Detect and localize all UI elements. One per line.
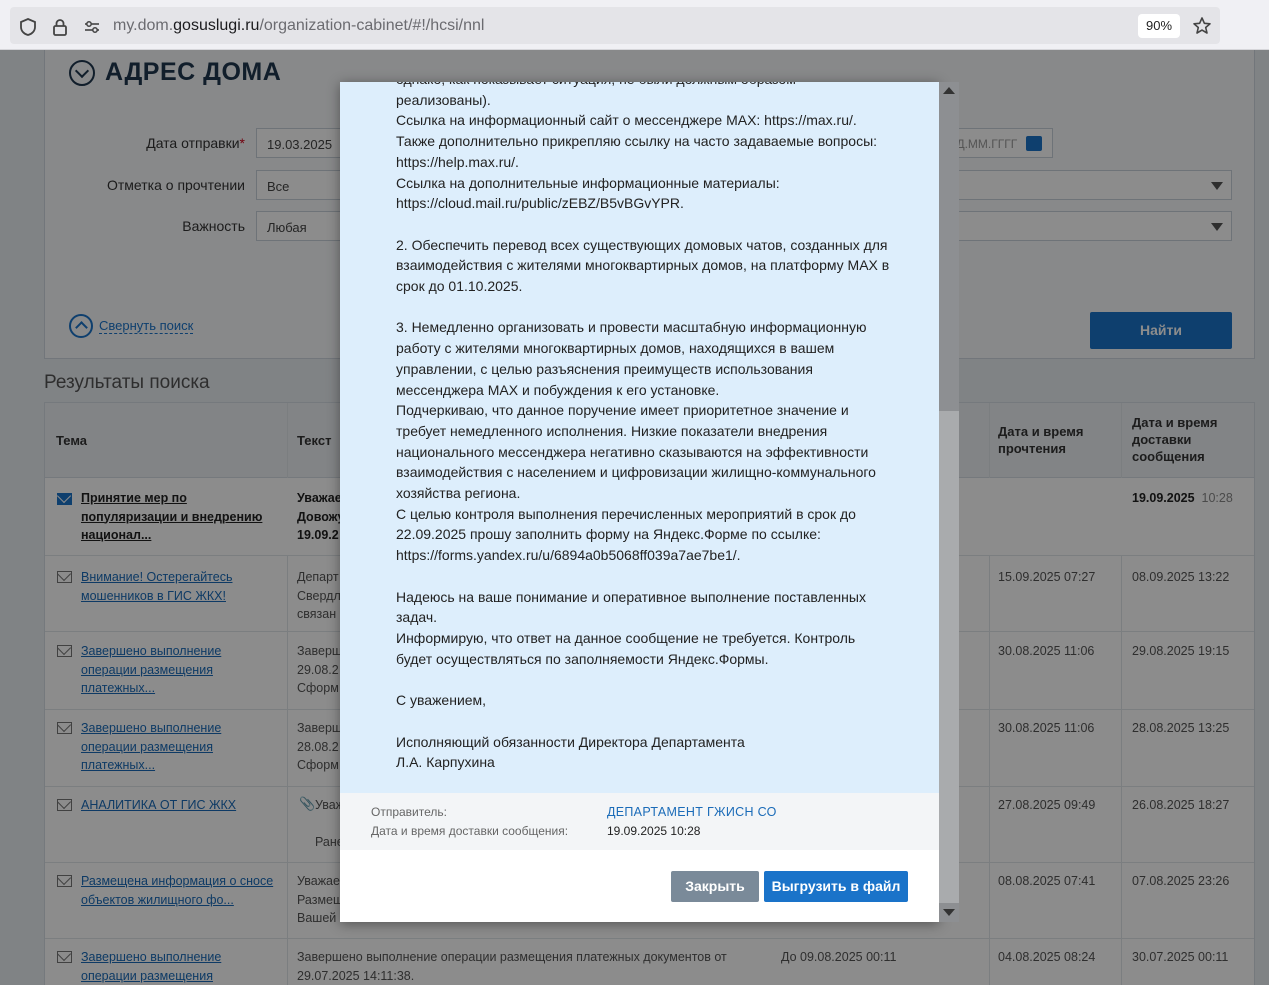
url-text[interactable]: my.dom.gosuslugi.ru/organization-cabinet… [113,17,484,35]
arrow-up-icon [943,87,955,94]
arrow-down-icon [943,909,955,916]
message-dialog: однако, как показывает ситуация, не были… [340,82,939,922]
close-button[interactable]: Закрыть [671,871,759,902]
scrollbar-thumb[interactable] [939,411,959,903]
lock-icon[interactable] [50,17,70,37]
scroll-up-button[interactable] [939,82,959,101]
delivery-value: 19.09.2025 10:28 [607,824,701,838]
scroll-down-button[interactable] [939,903,959,922]
sender-label: Отправитель: [371,805,447,819]
shield-icon[interactable] [18,17,38,37]
dialog-scrollbar[interactable] [939,82,959,922]
permissions-icon[interactable] [82,17,102,37]
message-meta: Отправитель: ДЕПАРТАМЕНТ ГЖИСН СО Дата и… [340,793,939,850]
bookmark-star-icon[interactable] [1192,16,1212,36]
message-scroll-area[interactable]: однако, как показывает ситуация, не были… [340,82,939,793]
message-body: однако, как показывает ситуация, не были… [396,82,890,771]
dialog-footer: Закрыть Выгрузить в файл [340,850,939,922]
delivery-label: Дата и время доставки сообщения: [371,824,569,838]
browser-toolbar: my.dom.gosuslugi.ru/organization-cabinet… [0,0,1269,50]
sender-value: ДЕПАРТАМЕНТ ГЖИСН СО [607,805,777,819]
zoom-level-badge[interactable]: 90% [1138,14,1180,38]
export-to-file-button[interactable]: Выгрузить в файл [764,871,908,902]
